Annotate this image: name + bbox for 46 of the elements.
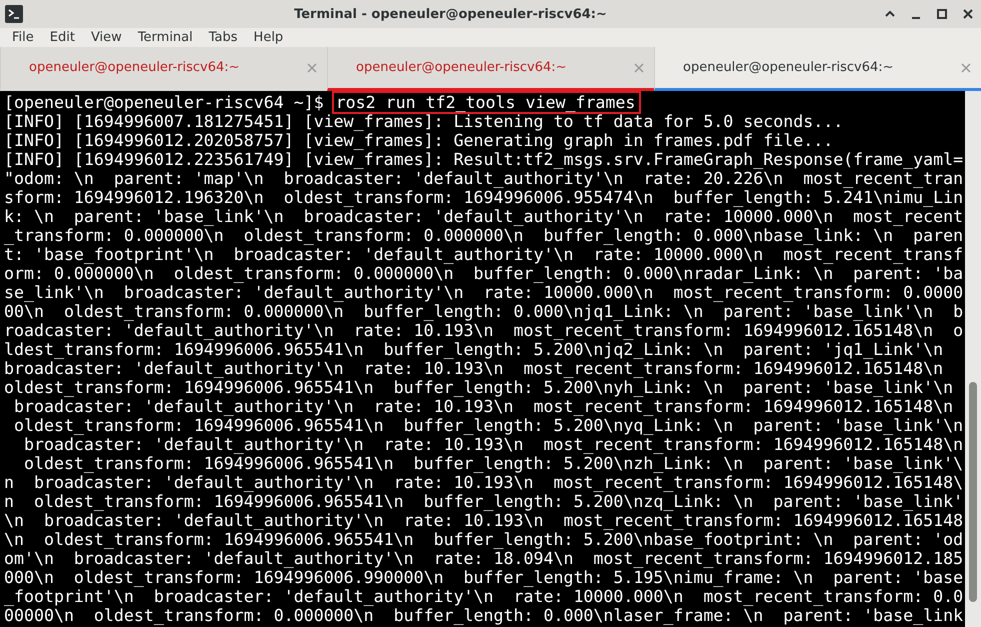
output-line: om'\n broadcaster: 'default_authority'\n rate: 18.094\n most_recent_transform: 1694996012.185 <box>4 549 964 568</box>
menu-item[interactable]: Edit <box>42 30 83 45</box>
shell-prompt: [openeuler@openeuler-riscv64 ~]$ <box>4 93 325 112</box>
output-line: orm: 0.000000\n oldest_transform: 0.000000\n buffer_length: 0.000\nradar_Link: \n parent: 'ba <box>4 264 964 283</box>
terminal-tab[interactable]: openeuler@openeuler-riscv64:~ <box>327 47 654 91</box>
output-line: _transform: 0.000000\n oldest_transform: 0.000000\n buffer_length: 0.000\nbase_link: \n paren <box>4 226 964 245</box>
output-line: [INFO] [1694996007.181275451] [view_frames]: Listening to tf data for 5.0 seconds... <box>4 112 844 131</box>
output-line: n oldest_transform: 1694996006.965541\n buffer_length: 5.200\nzq_Link: \n parent: 'base_link' <box>4 492 964 511</box>
output-line: oldest_transform: 1694996006.965541\n buffer_length: 5.200\nyh_Link: \n parent: 'base_link'\n <box>4 378 954 397</box>
output-line: ldest_transform: 1694996006.965541\n buffer_length: 5.200\njq2_Link: \n parent: 'jq1_Link'\n <box>4 340 944 359</box>
output-line: oldest_transform: 1694996006.965541\n buffer_length: 5.200\nyq_Link: \n parent: 'base_link'\n <box>12 416 964 435</box>
terminal-icon <box>4 4 24 24</box>
close-tab-icon[interactable] <box>961 62 971 72</box>
menu-item[interactable]: Help <box>246 30 292 45</box>
terminal-tab[interactable]: openeuler@openeuler-riscv64:~ <box>654 47 981 91</box>
output-line: 000\n oldest_transform: 1694996006.990000\n buffer_length: 5.195\nimu_frame: \n parent: 'base <box>4 568 964 587</box>
output-line: [INFO] [1694996012.223561749] [view_frames]: Result:tf2_msgs.srv.FrameGraph_Response(frame_yaml= <box>4 150 964 169</box>
close-icon[interactable] <box>961 7 975 21</box>
output-line: t: 'base_footprint'\n broadcaster: 'default_authority'\n rate: 10000.000\n most_recent_transf <box>4 245 964 264</box>
output-line: [INFO] [1694996012.202058757] [view_frames]: Generating graph in frames.pdf file... <box>4 131 834 150</box>
output-line: n broadcaster: 'default_authority'\n rate: 10.193\n most_recent_transform: 1694996012.165148\ <box>4 473 964 492</box>
menu-item[interactable]: Terminal <box>130 30 201 45</box>
output-line: 00\n oldest_transform: 0.000000\n buffer_length: 0.000\njq1_Link: \n parent: 'base_link'\n b <box>4 302 964 321</box>
scrollbar-thumb[interactable] <box>969 382 977 602</box>
menu-item[interactable]: View <box>82 30 130 45</box>
close-tab-icon[interactable] <box>634 62 644 72</box>
output-line: \n oldest_transform: 1694996006.965541\n buffer_length: 5.200\nbase_footprint: \n parent: 'od <box>4 530 964 549</box>
output-line: oldest_transform: 1694996006.965541\n buffer_length: 5.200\nzh_Link: \n parent: 'base_link'\ <box>22 454 964 473</box>
output-line: k: \n parent: 'base_link'\n broadcaster: 'default_authority'\n rate: 10000.000\n most_recent <box>4 207 964 226</box>
close-tab-icon[interactable] <box>307 62 317 72</box>
maximize-icon[interactable] <box>935 7 949 21</box>
output-line: 00000\n oldest_transform: 0.000000\n buffer_length: 0.000\nlaser_frame: \n parent: 'base_link <box>4 606 964 625</box>
output-line: broadcaster: 'default_authority'\n rate: 10.193\n most_recent_transform: 1694996012.165148\n <box>4 359 944 378</box>
menu-item[interactable]: File <box>4 30 42 45</box>
output-line: sform: 1694996012.196320\n oldest_transform: 1694996006.955474\n buffer_length: 5.241\nimu_Lin <box>4 188 964 207</box>
output-line: "odom: \n parent: 'map'\n broadcaster: 'default_authority'\n rate: 20.226\n most_recent_tran <box>4 169 964 188</box>
window-title: Terminal - openeuler@openeuler-riscv64:~ <box>293 6 608 22</box>
output-line: \n broadcaster: 'default_authority'\n rate: 10.193\n most_recent_transform: 1694996012.165148 <box>4 511 964 530</box>
scrollbar[interactable] <box>965 91 981 627</box>
output-line: broadcaster: 'default_authority'\n rate: 10.193\n most_recent_transform: 1694996012.165148\n <box>12 397 954 416</box>
menu-item[interactable]: Tabs <box>200 30 246 45</box>
command-text: ros2 run tf2_tools view_frames <box>334 93 640 112</box>
output-line: roadcaster: 'default_authority'\n rate: 10.193\n most_recent_transform: 1694996012.165148\n o <box>4 321 964 340</box>
output-line: broadcaster: 'default_authority'\n rate: 10.193\n most_recent_transform: 1694996012.165148\n <box>22 435 964 454</box>
output-line: _footprint'\n broadcaster: 'default_authority'\n rate: 10000.000\n most_recent_transform: 0.0 <box>4 587 964 606</box>
output-line: se_link'\n broadcaster: 'default_authority'\n rate: 10000.000\n most_recent_transform: 0.0000 <box>4 283 964 302</box>
